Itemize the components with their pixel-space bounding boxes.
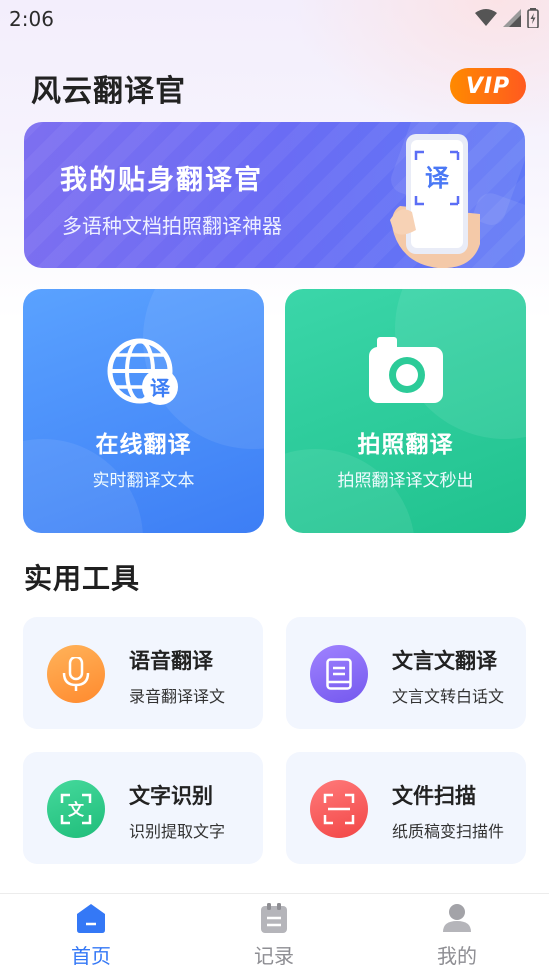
tool-icon-circle bbox=[47, 645, 105, 703]
tool-title: 文字识别 bbox=[129, 784, 213, 808]
battery-icon bbox=[527, 8, 539, 28]
card-decoration bbox=[285, 449, 415, 533]
user-icon bbox=[443, 904, 471, 932]
promo-banner[interactable]: 我的贴身翻译官 多语种文档拍照翻译神器 译 bbox=[24, 122, 525, 268]
tool-title: 文件扫描 bbox=[392, 784, 476, 808]
status-icons bbox=[475, 8, 539, 28]
globe-translate-icon: 译 bbox=[107, 338, 178, 405]
clipboard-icon bbox=[261, 903, 287, 933]
text-scan-icon: 文 bbox=[60, 793, 92, 825]
microphone-icon bbox=[62, 657, 90, 691]
card-title: 在线翻译 bbox=[95, 432, 192, 458]
tool-subtitle: 录音翻译译文 bbox=[129, 687, 226, 706]
photo-translate-card[interactable]: 拍照翻译 拍照翻译译文秒出 bbox=[285, 289, 526, 533]
signal-icon bbox=[503, 9, 521, 27]
tool-subtitle: 纸质稿变扫描件 bbox=[392, 822, 505, 841]
tool-title: 语音翻译 bbox=[129, 649, 213, 673]
tab-label: 我的 bbox=[437, 944, 477, 968]
tool-icon-circle bbox=[310, 780, 368, 838]
tool-icon-circle bbox=[310, 645, 368, 703]
banner-title: 我的贴身翻译官 bbox=[60, 165, 263, 196]
status-time: 2:06 bbox=[9, 7, 54, 31]
bottom-tab-bar: 首页 记录 我的 bbox=[0, 893, 549, 977]
banner-phone-glyph: 译 bbox=[425, 164, 450, 192]
tool-subtitle: 文言文转白话文 bbox=[392, 687, 505, 706]
vip-button[interactable]: VIP bbox=[450, 68, 526, 104]
tab-home[interactable]: 首页 bbox=[31, 902, 151, 969]
status-bar: 2:06 bbox=[0, 0, 549, 38]
card-title: 拍照翻译 bbox=[357, 432, 454, 458]
camera-icon bbox=[368, 337, 443, 403]
book-icon bbox=[326, 658, 352, 690]
tab-label: 首页 bbox=[71, 944, 111, 968]
tool-icon-circle: 文 bbox=[47, 780, 105, 838]
home-icon bbox=[77, 904, 105, 933]
tools-section-title: 实用工具 bbox=[24, 562, 141, 595]
card-subtitle: 拍照翻译译文秒出 bbox=[337, 471, 474, 491]
classical-chinese-tile[interactable]: 文言文翻译 文言文转白话文 bbox=[286, 617, 526, 729]
app-title: 风云翻译官 bbox=[31, 74, 186, 109]
text-scan-glyph: 文 bbox=[68, 800, 85, 819]
tool-title: 文言文翻译 bbox=[392, 649, 497, 673]
voice-translate-tile[interactable]: 语音翻译 录音翻译译文 bbox=[23, 617, 263, 729]
card-subtitle: 实时翻译文本 bbox=[92, 471, 195, 491]
tab-profile[interactable]: 我的 bbox=[397, 902, 517, 969]
phone-hand-illustration: 译 bbox=[390, 134, 480, 268]
tab-label: 记录 bbox=[254, 944, 294, 968]
file-scan-tile[interactable]: 文件扫描 纸质稿变扫描件 bbox=[286, 752, 526, 864]
tab-records[interactable]: 记录 bbox=[214, 902, 334, 969]
wifi-icon bbox=[475, 9, 497, 26]
online-translate-card[interactable]: 译 在线翻译 实时翻译文本 bbox=[23, 289, 264, 533]
banner-subtitle: 多语种文档拍照翻译神器 bbox=[62, 214, 282, 238]
text-recognition-tile[interactable]: 文 文字识别 识别提取文字 bbox=[23, 752, 263, 864]
globe-badge-glyph: 译 bbox=[150, 376, 171, 400]
scan-icon bbox=[323, 793, 355, 825]
tool-subtitle: 识别提取文字 bbox=[129, 822, 226, 841]
